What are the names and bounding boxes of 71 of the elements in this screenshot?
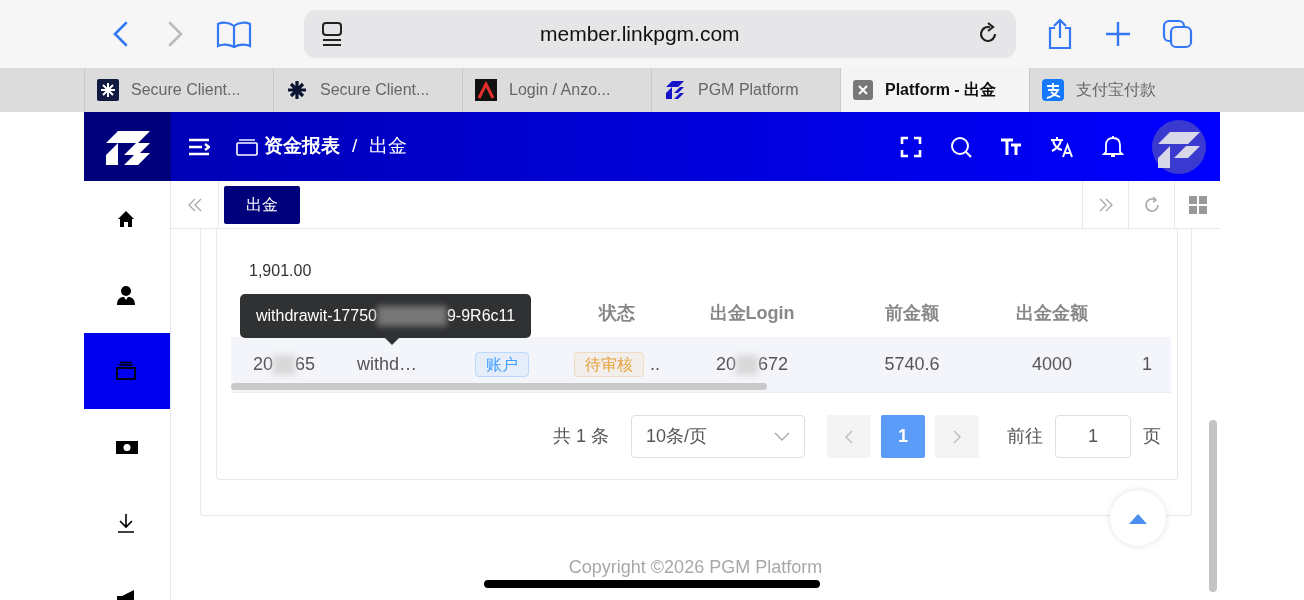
scrollbar-thumb[interactable] — [1209, 420, 1217, 592]
tab-title: 支付宝付款 — [1076, 80, 1156, 100]
wallet-icon — [236, 137, 258, 156]
chevron-down-icon — [774, 431, 790, 442]
status-tag: 待审核 — [574, 352, 644, 377]
refresh-icon — [1142, 195, 1161, 214]
caret-up-icon — [1129, 512, 1147, 524]
avatar-icon[interactable] — [1152, 119, 1206, 174]
table-cell: 20 — [252, 354, 273, 374]
page-input[interactable]: 1 — [1055, 414, 1131, 458]
search-icon[interactable] — [950, 135, 972, 158]
plus-icon[interactable] — [1104, 20, 1132, 48]
user-icon — [116, 285, 138, 305]
goto-label: 前往 — [1007, 424, 1043, 448]
book-icon[interactable] — [216, 20, 252, 48]
page-size-select[interactable]: 10条/页 — [631, 414, 805, 458]
status-tag: 账户 — [475, 352, 529, 377]
page-tab[interactable]: 出金 — [224, 185, 300, 224]
column-header: 出金Login — [708, 301, 796, 325]
redaction-mark — [736, 355, 758, 376]
font-size-icon[interactable] — [1000, 136, 1022, 157]
table-cell-text: 1 — [1141, 353, 1153, 376]
chevron-left-icon — [845, 429, 853, 444]
browser-tab[interactable]: Platform - 出金 — [840, 68, 1029, 112]
chevron-right-icon — [953, 429, 961, 444]
column-header: 前金额 — [884, 301, 940, 325]
triangle-icon — [475, 79, 497, 101]
reader-icon[interactable] — [320, 21, 344, 47]
double-left-icon — [186, 196, 203, 213]
app-logo[interactable] — [84, 112, 171, 181]
overflow-text: .. — [650, 354, 660, 374]
table-cell-text: 4000 — [1030, 353, 1073, 376]
column-header: 状态 — [597, 301, 636, 325]
table-cell-text: 5740.6 — [883, 353, 941, 376]
tab-title: Platform - 出金 — [885, 80, 997, 100]
tab-title: Secure Client... — [320, 80, 430, 100]
fullscreen-icon[interactable] — [900, 135, 922, 158]
bell-icon[interactable] — [1102, 134, 1124, 159]
wallet-icon — [116, 361, 138, 381]
summary-value: 1,901.00 — [248, 261, 313, 281]
tooltip-arrow — [385, 338, 399, 345]
url-text[interactable]: member.linkpgm.com — [540, 18, 740, 50]
goto-suffix: 页 — [1143, 424, 1161, 448]
sparkle-icon — [97, 79, 119, 101]
scrollbar-thumb[interactable] — [231, 383, 767, 390]
total-count: 共 1 条 — [553, 424, 609, 448]
grid-icon — [1188, 195, 1207, 214]
breadcrumb-separator: / — [352, 134, 358, 159]
table-cell: 672 — [758, 354, 789, 374]
menu-icon[interactable] — [188, 137, 210, 156]
tab-title: PGM Platform — [698, 80, 799, 100]
translate-icon[interactable] — [1050, 135, 1074, 158]
redaction-mark — [273, 355, 295, 376]
double-right-icon — [1097, 196, 1114, 213]
tab-title: Login / Anzo... — [509, 80, 611, 100]
payment-icon — [1042, 79, 1064, 101]
table-cell: 65 — [295, 354, 316, 374]
table-cell: 20 — [715, 354, 736, 374]
tabs-icon[interactable] — [1162, 19, 1194, 49]
close-icon — [853, 80, 873, 100]
tab-title: Secure Client... — [131, 80, 241, 100]
breadcrumb-item[interactable]: 资金报表 — [264, 132, 340, 161]
table-cell-text: withd… — [356, 353, 418, 376]
column-header: 出金金额 — [1015, 301, 1089, 325]
copyright-text: Copyright ©2026 PGM Platform — [567, 556, 824, 579]
logo-icon — [664, 79, 686, 101]
breadcrumb-item: 出金 — [369, 134, 408, 159]
share-icon[interactable] — [1046, 18, 1074, 50]
sparkle-icon — [286, 79, 308, 101]
back-to-top-button[interactable] — [1110, 490, 1166, 546]
tooltip: withdrawit-17750 9-9R6c11 — [240, 294, 532, 338]
